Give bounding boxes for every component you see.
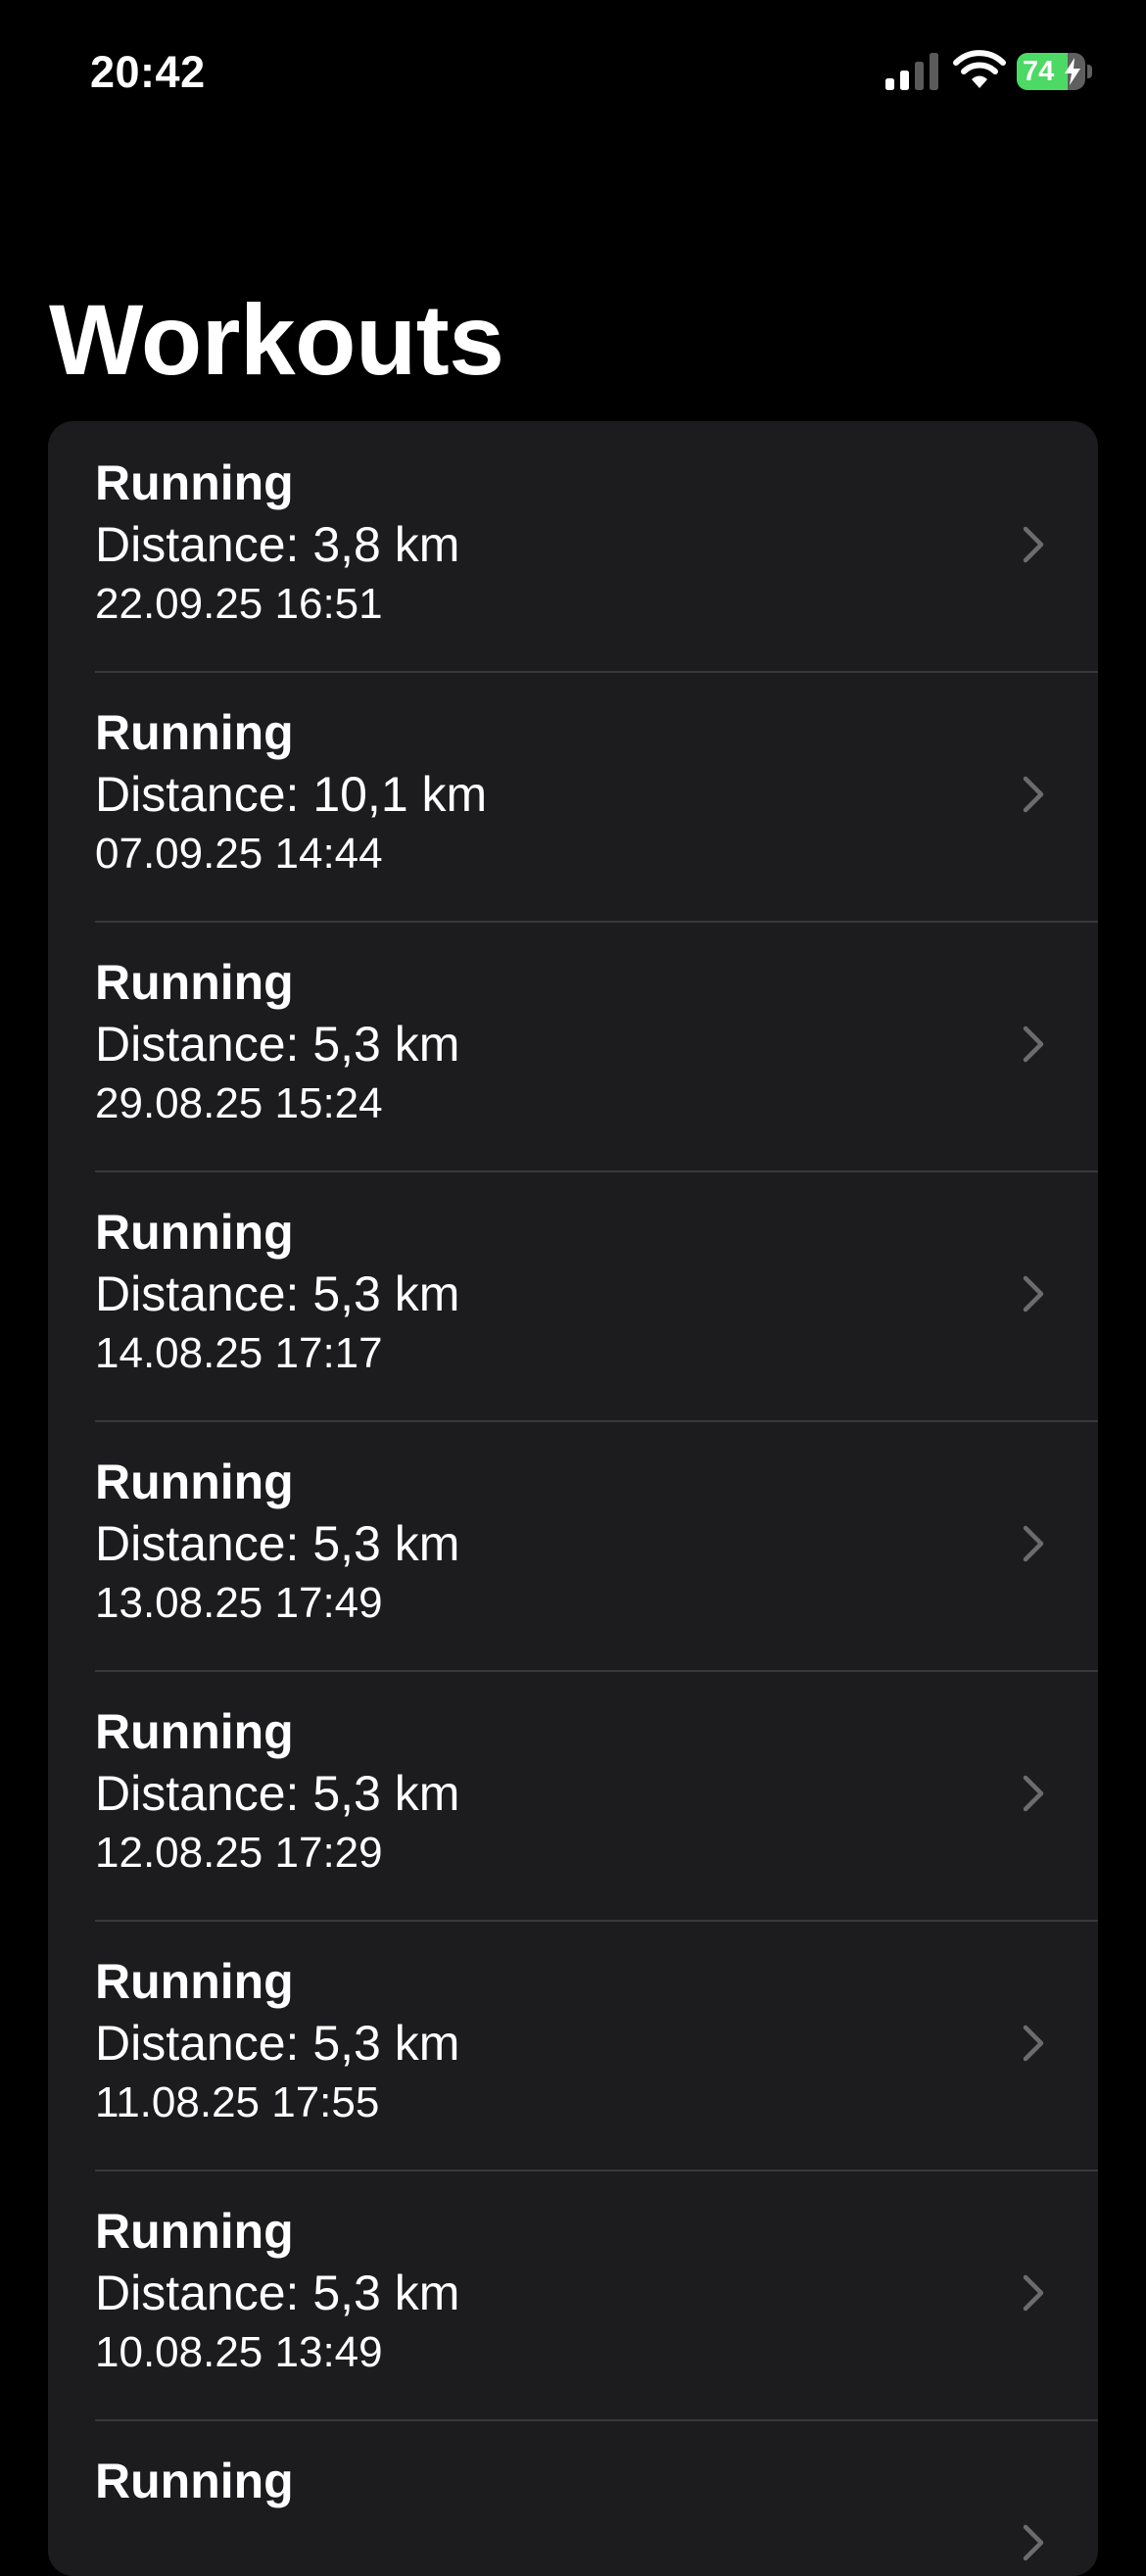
workout-date: 07.09.25 14:44 [95, 830, 383, 878]
workout-date: 11.08.25 17:55 [95, 2078, 380, 2126]
cellular-signal-icon [885, 53, 938, 90]
page-title: Workouts [49, 284, 504, 396]
chevron-right-icon [1023, 526, 1044, 563]
workout-distance: Distance: 5,3 km [95, 2266, 460, 2320]
battery-level: 74 [1023, 56, 1055, 87]
chevron-right-icon [1023, 2524, 1044, 2561]
workout-distance: Distance: 3,8 km [95, 517, 460, 572]
workout-type: Running [95, 1954, 294, 2009]
workout-row[interactable]: Running Distance: 10,1 km 07.09.25 14:44 [48, 671, 1098, 921]
battery-body: 74 [1017, 53, 1085, 90]
chevron-right-icon [1023, 1026, 1044, 1063]
workout-row[interactable]: Running Distance: 5,3 km 29.08.25 15:24 [48, 921, 1098, 1170]
workout-row[interactable]: Running Distance: 5,3 km 10.08.25 13:49 [48, 2170, 1098, 2419]
workout-type: Running [95, 1205, 294, 1260]
workout-distance: Distance: 5,3 km [95, 1266, 460, 1321]
workout-date: 13.08.25 17:49 [95, 1579, 383, 1627]
workout-row[interactable]: Running Distance: 5,3 km 11.08.25 17:55 [48, 1920, 1098, 2170]
workout-type: Running [95, 955, 294, 1010]
workout-date: 10.08.25 13:49 [95, 2328, 383, 2376]
workout-distance: Distance: 5,3 km [95, 2016, 460, 2071]
battery-cap [1087, 65, 1092, 78]
status-bar: 20:42 74 [0, 0, 1146, 147]
chevron-right-icon [1023, 1775, 1044, 1812]
workout-row[interactable]: Running Distance: 5,3 km 14.08.25 17:17 [48, 1170, 1098, 1420]
workout-distance: Distance: 5,3 km [95, 1017, 460, 1072]
workout-date: 14.08.25 17:17 [95, 1329, 383, 1377]
workout-type: Running [95, 2454, 294, 2508]
workout-date: 29.08.25 15:24 [95, 1079, 383, 1127]
chevron-right-icon [1023, 2025, 1044, 2062]
workout-row[interactable]: Running Distance: 5,3 km 13.08.25 17:49 [48, 1420, 1098, 1670]
workout-distance: Distance: 5,3 km [95, 1766, 460, 1821]
status-time: 20:42 [90, 47, 206, 97]
chevron-right-icon [1023, 2274, 1044, 2312]
chevron-right-icon [1023, 1275, 1044, 1312]
workout-distance: Distance: 5,3 km [95, 1516, 460, 1571]
workout-row[interactable]: Running [48, 2419, 1098, 2576]
workout-date: 22.09.25 16:51 [95, 580, 383, 628]
workout-list: Running Distance: 3,8 km 22.09.25 16:51 … [48, 421, 1098, 2576]
battery-icon: 74 [1017, 53, 1093, 90]
wifi-icon [953, 50, 1006, 88]
charging-bolt-icon [1065, 58, 1080, 85]
workout-type: Running [95, 1455, 294, 1509]
workout-type: Running [95, 705, 294, 760]
workout-type: Running [95, 1704, 294, 1759]
workout-type: Running [95, 2204, 294, 2259]
workout-date: 12.08.25 17:29 [95, 1829, 383, 1877]
workout-row[interactable]: Running Distance: 3,8 km 22.09.25 16:51 [48, 421, 1098, 671]
workout-distance: Distance: 10,1 km [95, 767, 488, 822]
chevron-right-icon [1023, 1525, 1044, 1562]
chevron-right-icon [1023, 776, 1044, 813]
workout-row[interactable]: Running Distance: 5,3 km 12.08.25 17:29 [48, 1670, 1098, 1920]
workout-type: Running [95, 455, 294, 510]
